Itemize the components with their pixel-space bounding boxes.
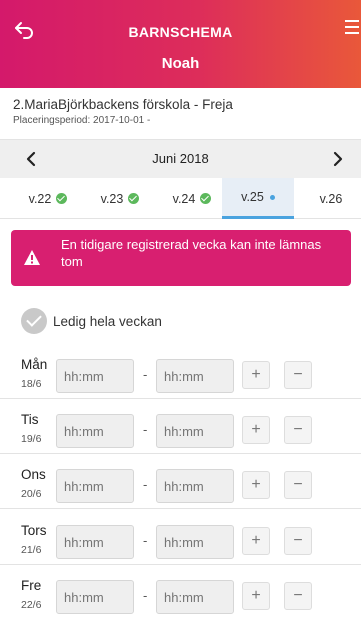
tab-week-24[interactable]: v.24: [162, 178, 222, 219]
current-week-dot-icon: [269, 194, 275, 200]
tab-week-26[interactable]: v.26: [306, 178, 356, 219]
free-week-label: Ledig hela veckan: [53, 313, 162, 329]
remove-time-button[interactable]: −: [284, 361, 312, 389]
start-time-input[interactable]: [56, 525, 134, 559]
tab-week-25[interactable]: v.25: [222, 178, 294, 219]
day-row-monday: Mån 18/6 - + −: [0, 352, 361, 399]
week-label: v.24: [172, 191, 196, 206]
remove-time-button[interactable]: −: [284, 527, 312, 555]
day-name: Tors: [21, 523, 47, 538]
week-label: v.23: [100, 191, 124, 206]
alert-message: En tidigare registrerad vecka kan inte l…: [61, 237, 322, 269]
error-alert: En tidigare registrerad vecka kan inte l…: [11, 230, 351, 286]
day-name: Mån: [21, 357, 48, 372]
time-separator: -: [143, 367, 148, 382]
time-separator: -: [143, 533, 148, 548]
check-circle-icon: [200, 193, 212, 204]
free-week-toggle[interactable]: Ledig hela veckan: [21, 308, 162, 334]
check-circle-icon: [128, 193, 140, 204]
day-row-thursday: Tors 21/6 - + −: [0, 518, 361, 565]
start-time-input[interactable]: [56, 469, 134, 503]
time-separator: -: [143, 477, 148, 492]
add-time-button[interactable]: +: [242, 527, 270, 555]
day-date: 21/6: [21, 544, 42, 556]
chevron-right-icon[interactable]: [327, 149, 347, 169]
hamburger-icon[interactable]: [345, 20, 361, 42]
day-row-tuesday: Tis 19/6 - + −: [0, 407, 361, 454]
remove-time-button[interactable]: −: [284, 416, 312, 444]
tab-week-22[interactable]: v.22: [18, 178, 78, 219]
week-tabs: v.22 v.23 v.24 v.25 v.26: [0, 178, 361, 219]
remove-time-button[interactable]: −: [284, 582, 312, 610]
remove-time-button[interactable]: −: [284, 471, 312, 499]
day-date: 19/6: [21, 433, 42, 445]
day-date: 20/6: [21, 488, 42, 500]
end-time-input[interactable]: [156, 469, 234, 503]
end-time-input[interactable]: [156, 414, 234, 448]
add-time-button[interactable]: +: [242, 361, 270, 389]
tab-week-23[interactable]: v.23: [90, 178, 150, 219]
week-label: v.26: [319, 191, 343, 206]
day-row-friday: Fre 22/6 - + −: [0, 573, 361, 620]
add-time-button[interactable]: +: [242, 582, 270, 610]
add-time-button[interactable]: +: [242, 471, 270, 499]
month-navigator: Juni 2018: [0, 140, 361, 178]
day-date: 18/6: [21, 378, 42, 390]
child-name: Noah: [161, 55, 200, 72]
school-name: 2.MariaBjörkbackens förskola - Freja: [13, 97, 233, 112]
app-header: BARNSCHEMA Noah: [0, 0, 361, 88]
day-date: 22/6: [21, 599, 42, 611]
end-time-input[interactable]: [156, 359, 234, 393]
time-separator: -: [143, 588, 148, 603]
day-name: Tis: [21, 412, 39, 427]
week-label: v.25: [241, 190, 264, 204]
page-title: BARNSCHEMA: [128, 24, 233, 40]
start-time-input[interactable]: [56, 359, 134, 393]
start-time-input[interactable]: [56, 414, 134, 448]
end-time-input[interactable]: [156, 580, 234, 614]
add-time-button[interactable]: +: [242, 416, 270, 444]
time-separator: -: [143, 422, 148, 437]
day-row-wednesday: Ons 20/6 - + −: [0, 462, 361, 509]
month-label: Juni 2018: [152, 151, 209, 166]
check-circle-icon: [56, 193, 68, 204]
day-name: Fre: [21, 578, 42, 593]
week-label: v.22: [28, 191, 52, 206]
day-name: Ons: [21, 467, 46, 482]
check-circle-icon: [21, 308, 47, 334]
start-time-input[interactable]: [56, 580, 134, 614]
placement-period: Placeringsperiod: 2017-10-01 -: [13, 115, 151, 126]
end-time-input[interactable]: [156, 525, 234, 559]
placement-info: 2.MariaBjörkbackens förskola - Freja Pla…: [0, 88, 361, 140]
warning-icon: [24, 250, 40, 265]
